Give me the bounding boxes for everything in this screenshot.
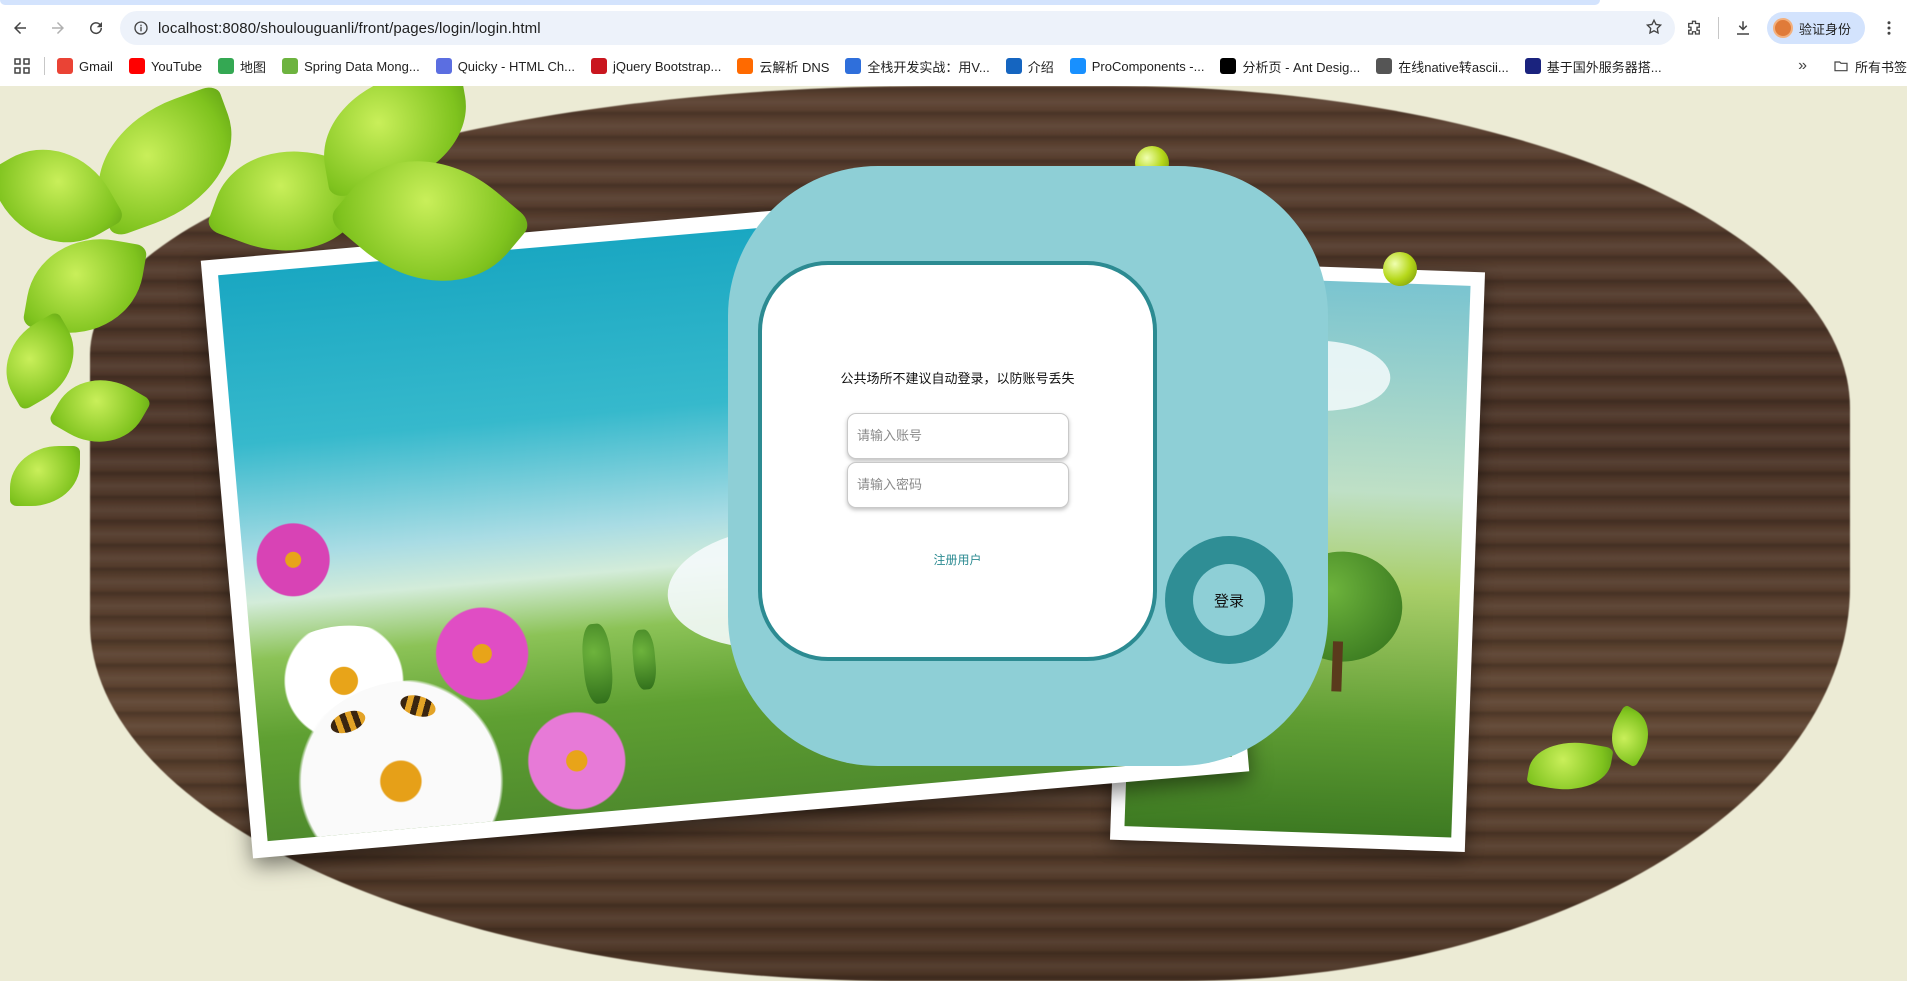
- bookmark-label: 分析页 - Ant Desig...: [1242, 59, 1361, 75]
- bookmark-list: Gmail YouTube 地图 Spring Data Mong... Quicky …: [57, 57, 1678, 76]
- diamond-icon: [1069, 58, 1086, 74]
- bookmark-label: 云解析 DNS: [759, 59, 830, 75]
- globe-icon: [1376, 58, 1393, 74]
- spring-leaf-icon: [282, 58, 299, 74]
- all-bookmarks-button[interactable]: 所有书签: [1833, 57, 1907, 76]
- pro-icon: [1220, 58, 1237, 74]
- login-button-label: 登录: [1193, 564, 1265, 636]
- m-icon: [845, 58, 862, 74]
- avatar: [1772, 18, 1793, 38]
- bookmark-label: 介绍: [1027, 59, 1054, 75]
- jquery-icon: [590, 58, 607, 74]
- green-pushpin-icon: [1383, 252, 1417, 286]
- bookmark-label: 基于国外服务器搭...: [1546, 59, 1662, 75]
- bookmarks-divider: [44, 57, 45, 75]
- browser-toolbar: localhost:8080/shoulouguanli/front/pages…: [0, 8, 1907, 48]
- bookmark-label: 在线native转ascii...: [1398, 59, 1509, 75]
- bookmark-item[interactable]: 地图: [218, 57, 266, 76]
- register-link[interactable]: 注册用户: [762, 551, 1153, 568]
- username-input[interactable]: [847, 413, 1069, 459]
- auto-login-notice: 公共场所不建议自动登录，以防账号丢失: [840, 372, 1075, 387]
- bookmarks-right: » 所有书签: [1798, 50, 1907, 82]
- bookmark-star-icon[interactable]: [1645, 18, 1663, 41]
- browser-chrome: localhost:8080/shoulouguanli/front/pages…: [0, 0, 1907, 86]
- bookmark-item[interactable]: ProComponents -...: [1069, 58, 1205, 74]
- apps-grid-icon[interactable]: [14, 58, 30, 74]
- reload-button[interactable]: [78, 10, 114, 46]
- gmail-icon: [57, 58, 73, 74]
- globe-half-icon: [1005, 58, 1022, 74]
- bookmark-item[interactable]: Quicky - HTML Ch...: [435, 58, 575, 74]
- forward-button[interactable]: [40, 10, 76, 46]
- bookmark-item[interactable]: 在线native转ascii...: [1376, 57, 1509, 76]
- all-bookmarks-label: 所有书签: [1854, 59, 1907, 75]
- bookmark-item[interactable]: Spring Data Mong...: [282, 58, 420, 74]
- toolbar-divider: [1717, 17, 1719, 39]
- ring-icon: [1524, 58, 1541, 74]
- bookmark-label: Quicky - HTML Ch...: [457, 58, 575, 74]
- login-form-panel: 公共场所不建议自动登录，以防账号丢失 注册用户: [758, 261, 1157, 661]
- bookmark-item[interactable]: 基于国外服务器搭...: [1524, 57, 1662, 76]
- more-bookmarks-chevron-icon[interactable]: »: [1798, 57, 1807, 75]
- address-bar[interactable]: localhost:8080/shoulouguanli/front/pages…: [120, 11, 1675, 45]
- back-arrow-icon: [14, 22, 26, 34]
- back-button[interactable]: [2, 10, 38, 46]
- site-info-icon[interactable]: [126, 20, 156, 36]
- profile-label: 验证身份: [1798, 21, 1851, 37]
- bookmark-item[interactable]: jQuery Bootstrap...: [590, 58, 722, 74]
- quicky-icon: [435, 58, 452, 74]
- download-icon[interactable]: [1725, 10, 1761, 46]
- login-button[interactable]: 登录: [1165, 536, 1293, 664]
- bookmark-item[interactable]: Gmail: [57, 58, 113, 74]
- password-input[interactable]: [847, 462, 1069, 508]
- toolbar-right: 验证身份: [1676, 8, 1907, 48]
- bookmark-label: Gmail: [79, 58, 113, 74]
- bookmark-label: 全栈开发实战：用V...: [867, 59, 990, 75]
- aliyun-icon: [737, 58, 754, 74]
- bookmark-label: Spring Data Mong...: [304, 58, 420, 74]
- bookmark-label: YouTube: [150, 58, 203, 74]
- profile-button[interactable]: 验证身份: [1766, 12, 1865, 44]
- bookmark-label: jQuery Bootstrap...: [612, 58, 722, 74]
- forward-arrow-icon: [52, 22, 64, 34]
- menu-kebab-icon[interactable]: [1871, 10, 1907, 46]
- url-text[interactable]: localhost:8080/shoulouguanli/front/pages…: [158, 20, 541, 37]
- bookmark-item[interactable]: YouTube: [128, 58, 203, 74]
- folder-icon: [1834, 61, 1848, 72]
- bookmark-item[interactable]: 云解析 DNS: [737, 57, 829, 76]
- bookmark-item[interactable]: 全栈开发实战：用V...: [845, 57, 990, 76]
- leaf-decoration: [10, 446, 80, 506]
- extensions-puzzle-icon[interactable]: [1676, 10, 1712, 46]
- bookmarks-bar: Gmail YouTube 地图 Spring Data Mong... Quicky …: [0, 50, 1907, 82]
- maps-pin-icon: [218, 58, 235, 74]
- active-tab-strip: [0, 0, 1600, 5]
- bookmark-item[interactable]: 分析页 - Ant Desig...: [1220, 57, 1360, 76]
- reload-icon: [90, 22, 103, 35]
- youtube-icon: [128, 58, 145, 74]
- bookmark-label: ProComponents -...: [1091, 58, 1205, 74]
- bookmark-label: 地图: [240, 59, 267, 75]
- bookmark-item[interactable]: 介绍: [1005, 57, 1054, 76]
